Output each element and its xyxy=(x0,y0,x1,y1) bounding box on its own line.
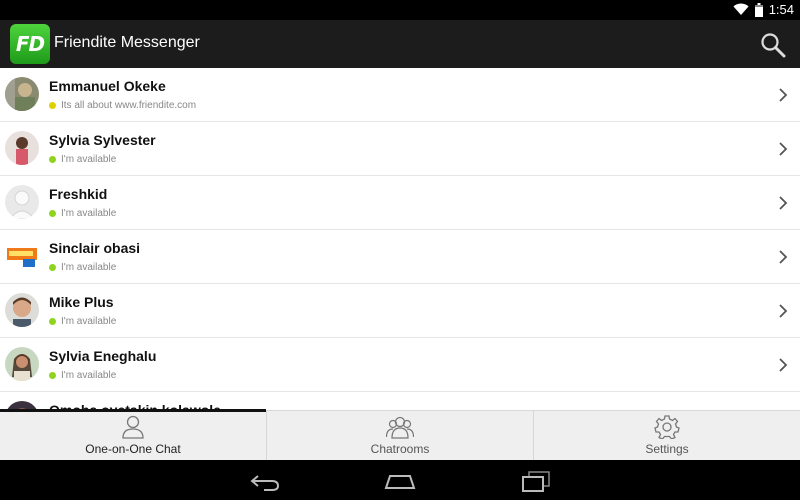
tab-settings[interactable]: Settings xyxy=(534,411,800,460)
list-item[interactable]: Mike Plus I'm available xyxy=(0,284,800,338)
contact-status: Its all about www.friendite.com xyxy=(49,100,196,111)
contact-status: I'm available xyxy=(49,154,116,165)
contact-name: Mike Plus xyxy=(49,294,114,310)
chevron-right-icon xyxy=(779,142,788,156)
tab-one-on-one-chat[interactable]: One-on-One Chat xyxy=(0,409,267,460)
contact-status: I'm available xyxy=(49,262,116,273)
app-logo[interactable]: FD xyxy=(10,24,50,64)
presence-dot xyxy=(49,264,56,271)
contact-name: Emmanuel Okeke xyxy=(49,78,166,94)
home-icon[interactable] xyxy=(384,470,416,492)
avatar xyxy=(5,185,39,219)
group-icon xyxy=(386,416,414,439)
presence-dot xyxy=(49,372,56,379)
status-text: Its all about www.friendite.com xyxy=(61,100,197,111)
list-item[interactable]: Omoba oyetakin kolawole xyxy=(0,392,800,410)
list-item[interactable]: Emmanuel Okeke Its all about www.friendi… xyxy=(0,68,800,122)
recent-apps-icon[interactable] xyxy=(520,470,552,492)
battery-icon xyxy=(754,2,763,17)
contact-name: Sylvia Eneghalu xyxy=(49,348,157,364)
tab-bar: One-on-One Chat Chatrooms Settings xyxy=(0,409,800,460)
status-text: I'm available xyxy=(61,262,117,273)
action-bar: FD Friendite Messenger xyxy=(0,20,800,68)
avatar xyxy=(5,131,39,165)
tab-label: Settings xyxy=(645,442,689,456)
app-title: Friendite Messenger xyxy=(54,34,200,51)
wifi-icon xyxy=(733,3,749,15)
presence-dot xyxy=(49,318,56,325)
tab-label: One-on-One Chat xyxy=(85,442,181,456)
search-icon[interactable] xyxy=(760,32,786,58)
chevron-right-icon xyxy=(779,304,788,318)
contact-status: I'm available xyxy=(49,208,116,219)
status-text: I'm available xyxy=(61,154,117,165)
gear-icon xyxy=(654,415,680,439)
presence-dot xyxy=(49,102,56,109)
contact-status: I'm available xyxy=(49,370,116,381)
status-text: I'm available xyxy=(61,316,117,327)
list-item[interactable]: Sylvia Eneghalu I'm available xyxy=(0,338,800,392)
avatar xyxy=(5,77,39,111)
contact-status: I'm available xyxy=(49,316,116,327)
clock-time: 1:54 xyxy=(768,2,794,17)
avatar xyxy=(5,347,39,381)
list-item[interactable]: Freshkid I'm available xyxy=(0,176,800,230)
list-item[interactable]: Sinclair obasi I'm available xyxy=(0,230,800,284)
presence-dot xyxy=(49,210,56,217)
list-item[interactable]: Sylvia Sylvester I'm available xyxy=(0,122,800,176)
tab-chatrooms[interactable]: Chatrooms xyxy=(267,411,534,460)
contact-name: Sinclair obasi xyxy=(49,240,141,256)
status-bar: 1:54 xyxy=(0,0,800,20)
chevron-right-icon xyxy=(779,196,788,210)
person-icon xyxy=(122,415,144,439)
contact-name: Freshkid xyxy=(49,186,108,202)
back-icon[interactable] xyxy=(250,470,282,492)
chevron-right-icon xyxy=(779,250,788,264)
presence-dot xyxy=(49,156,56,163)
status-text: I'm available xyxy=(61,208,117,219)
chevron-right-icon xyxy=(779,88,788,102)
avatar xyxy=(5,293,39,327)
status-text: I'm available xyxy=(61,370,117,381)
chevron-right-icon xyxy=(779,358,788,372)
avatar xyxy=(5,239,39,273)
contact-name: Sylvia Sylvester xyxy=(49,132,156,148)
app-logo-text: FD xyxy=(15,32,45,56)
contact-list[interactable]: Emmanuel Okeke Its all about www.friendi… xyxy=(0,68,800,410)
tab-label: Chatrooms xyxy=(370,442,430,456)
system-nav-bar xyxy=(0,460,800,500)
